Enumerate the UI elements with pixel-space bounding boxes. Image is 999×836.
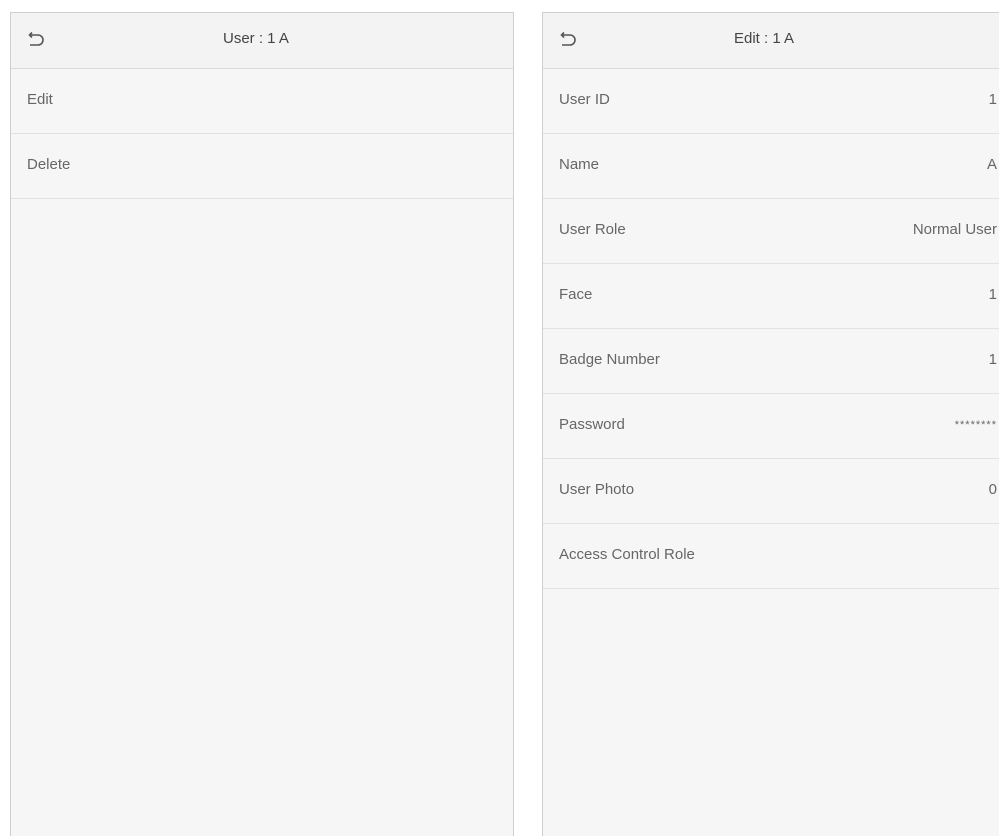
field-label: User ID (559, 91, 610, 108)
field-user-photo[interactable]: User Photo 0 (543, 459, 999, 524)
field-user-id[interactable]: User ID 1 (543, 69, 999, 134)
user-menu-panel: User : 1 A Edit Delete (10, 12, 514, 836)
field-access-control-role[interactable]: Access Control Role (543, 524, 999, 589)
field-badge-number[interactable]: Badge Number 1 (543, 329, 999, 394)
menu-item-label: Edit (27, 91, 53, 108)
back-arrow-icon[interactable] (21, 27, 47, 53)
field-value: A (986, 156, 997, 173)
page-title: User : 1 A (223, 30, 289, 47)
field-label: User Role (559, 221, 626, 238)
field-password[interactable]: Password ******** (543, 394, 999, 459)
menu-item-delete[interactable]: Delete (11, 134, 513, 199)
menu-item-label: Delete (27, 156, 71, 173)
field-value: 1 (988, 351, 997, 368)
field-value: ******** (954, 419, 997, 431)
field-label: Password (559, 416, 625, 433)
menu-item-edit[interactable]: Edit (11, 69, 513, 134)
back-arrow-icon[interactable] (553, 27, 579, 53)
field-value: 1 (988, 91, 997, 108)
field-label: User Photo (559, 481, 635, 498)
field-label: Face (559, 286, 593, 303)
field-label: Badge Number (559, 351, 660, 368)
field-face[interactable]: Face 1 (543, 264, 999, 329)
edit-user-panel: Edit : 1 A User ID 1 Name A User Role No… (542, 12, 999, 836)
screen: User : 1 A Edit Delete Edit : 1 A User I… (0, 0, 999, 836)
field-label: Access Control Role (559, 546, 695, 563)
field-name[interactable]: Name A (543, 134, 999, 199)
field-value: 0 (988, 481, 997, 498)
field-value: Normal User (912, 221, 997, 238)
field-value: 1 (988, 286, 997, 303)
field-user-role[interactable]: User Role Normal User (543, 199, 999, 264)
user-menu-titlebar: User : 1 A (11, 13, 513, 69)
page-title: Edit : 1 A (734, 30, 795, 47)
field-label: Name (559, 156, 600, 173)
edit-user-titlebar: Edit : 1 A (543, 13, 999, 69)
